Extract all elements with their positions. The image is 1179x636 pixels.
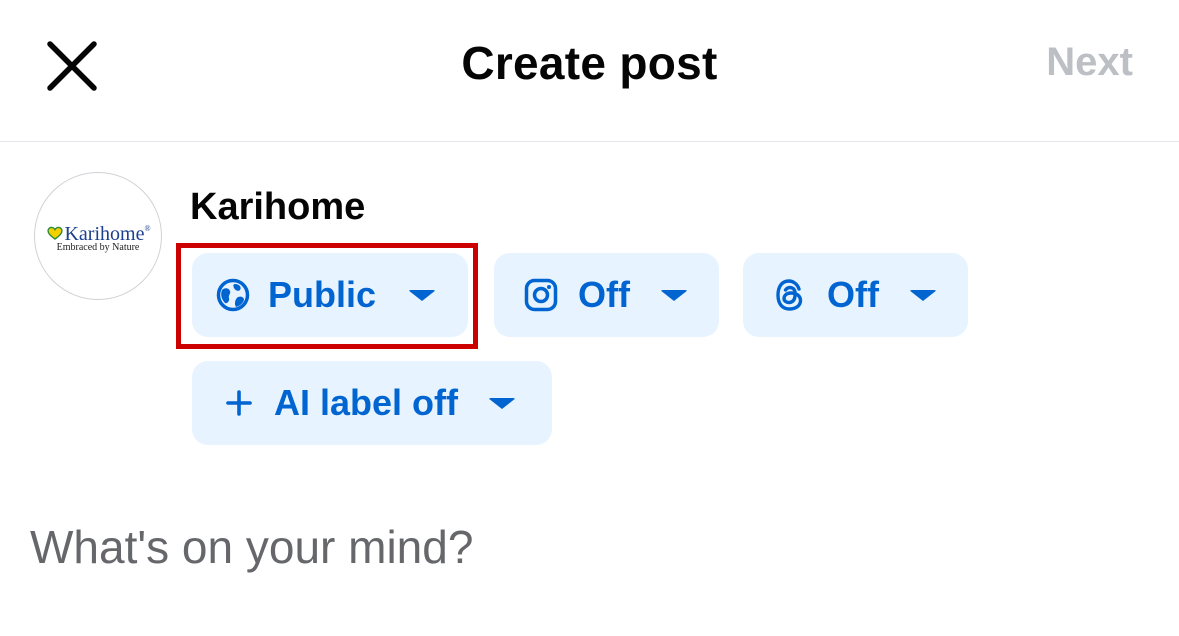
threads-share-toggle[interactable]: Off bbox=[743, 253, 968, 337]
instagram-share-toggle[interactable]: Off bbox=[494, 253, 719, 337]
post-composer-input[interactable]: What's on your mind? bbox=[30, 520, 1150, 574]
chevron-down-icon bbox=[659, 289, 688, 301]
plus-icon bbox=[226, 390, 252, 416]
audience-selector-button[interactable]: Public bbox=[192, 253, 468, 337]
heart-logo-icon bbox=[47, 226, 64, 240]
audience-label: Public bbox=[268, 274, 377, 315]
avatar-tagline: Embraced by Nature bbox=[56, 242, 140, 253]
chevron-down-icon bbox=[408, 289, 437, 301]
chevron-down-icon bbox=[488, 397, 517, 409]
instagram-icon bbox=[524, 278, 558, 312]
page-title: Create post bbox=[461, 37, 718, 89]
instagram-label: Off bbox=[578, 274, 630, 315]
avatar-logo: Karihome® bbox=[41, 219, 157, 244]
threads-icon bbox=[775, 278, 805, 312]
next-button[interactable]: Next bbox=[1046, 40, 1133, 85]
ai-label-button[interactable]: AI label off bbox=[192, 361, 552, 445]
top-bar: Create post Next bbox=[0, 0, 1179, 142]
chevron-down-icon bbox=[908, 289, 937, 301]
avatar-registered-mark: ® bbox=[144, 224, 151, 233]
ai-label-text: AI label off bbox=[274, 382, 459, 423]
avatar[interactable]: Karihome® Embraced by Nature bbox=[34, 172, 162, 300]
profile-name: Karihome bbox=[190, 186, 366, 228]
threads-label: Off bbox=[827, 274, 879, 315]
globe-icon bbox=[216, 278, 250, 312]
